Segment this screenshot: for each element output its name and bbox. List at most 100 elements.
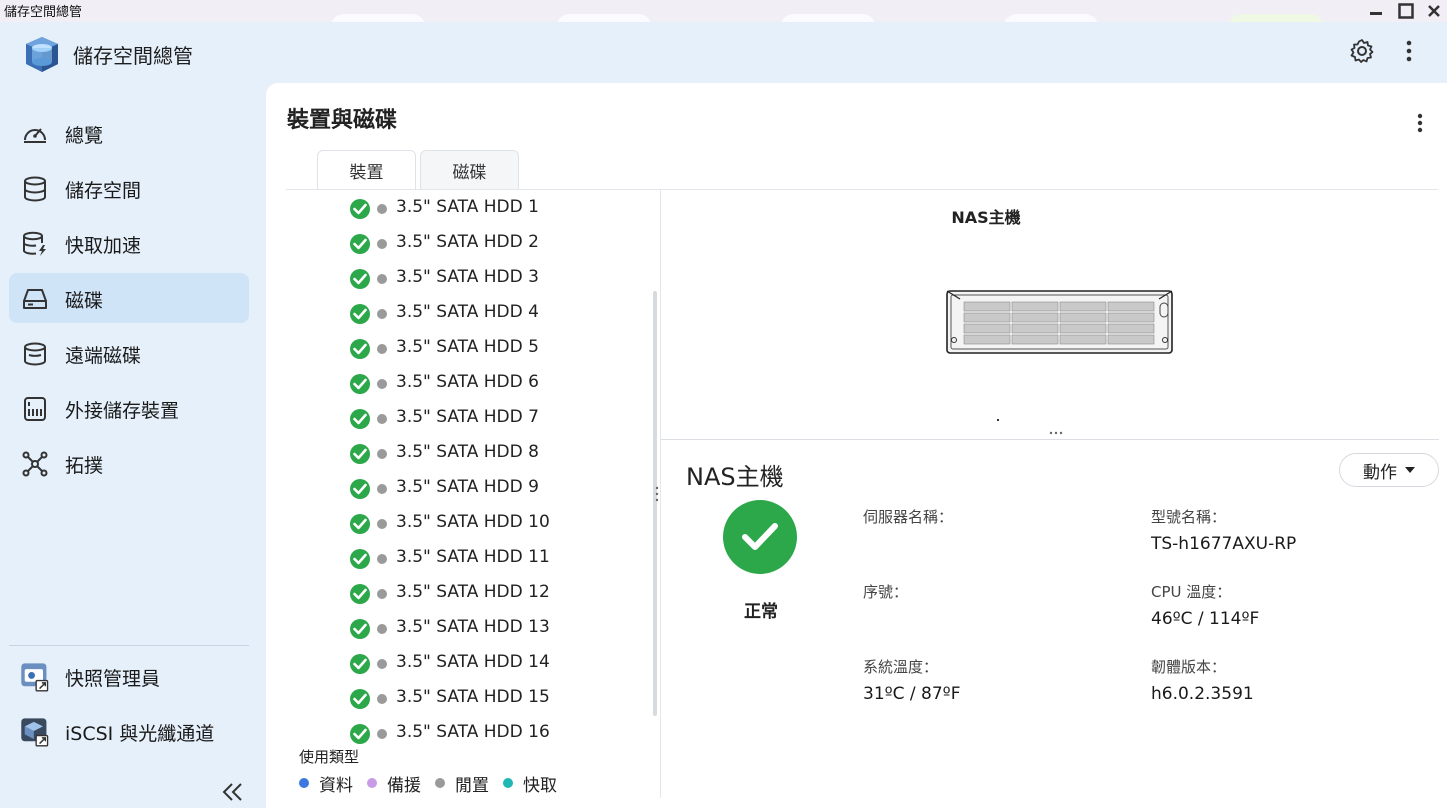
disk-label: 3.5" SATA HDD 11: [396, 547, 550, 567]
more-vertical-icon[interactable]: [1406, 109, 1434, 137]
check-icon: [353, 658, 367, 670]
sidebar-divider: [9, 645, 249, 646]
status-ok-icon: [350, 444, 370, 464]
disk-label: 3.5" SATA HDD 1: [396, 197, 539, 217]
check-icon: [353, 588, 367, 600]
nas-enclosure-image[interactable]: [946, 288, 1174, 356]
check-icon: [353, 623, 367, 635]
sidebar-app-label: 快照管理員: [65, 668, 161, 690]
window-titlebar: 儲存空間總管: [0, 0, 1447, 28]
disk-label: 3.5" SATA HDD 3: [396, 267, 539, 287]
disk-list: 3.5" SATA HDD 1 3.5" SATA HDD 2 3.5" SATA …: [286, 191, 660, 761]
check-icon: [742, 523, 778, 550]
disk-list-item[interactable]: 3.5" SATA HDD 3: [286, 261, 660, 296]
splitter-handle-icon[interactable]: [655, 485, 659, 503]
disk-list-item[interactable]: 3.5" SATA HDD 11: [286, 541, 660, 576]
usage-type-dot: [377, 309, 387, 319]
splitter-handle-icon[interactable]: [1048, 430, 1064, 436]
status-ok-icon: [350, 374, 370, 394]
serial-label: 序號：: [863, 583, 909, 601]
disk-list-item[interactable]: 3.5" SATA HDD 7: [286, 401, 660, 436]
tab-disks[interactable]: 磁碟: [420, 150, 519, 190]
legend-item-spare: 備援: [367, 771, 421, 796]
speedometer-icon: [24, 128, 46, 143]
sidebar-app-snapshot-manager[interactable]: 快照管理員: [9, 651, 249, 701]
disk-icon: [23, 289, 47, 309]
usage-type-dot: [377, 239, 387, 249]
minimize-button[interactable]: [1361, 0, 1391, 22]
legend-dot: [435, 778, 445, 788]
action-dropdown-button[interactable]: 動作: [1339, 453, 1439, 487]
database-icon: [24, 176, 46, 202]
app-more-button[interactable]: [1393, 35, 1425, 67]
status-ok-icon: [350, 234, 370, 254]
check-icon: [353, 413, 367, 425]
collapse-sidebar-icon[interactable]: [218, 778, 248, 806]
sidebar-item-storage[interactable]: 儲存空間: [9, 163, 249, 213]
disk-list-item[interactable]: 3.5" SATA HDD 15: [286, 681, 660, 716]
cpu-temp-value: 46ºC / 114ºF: [1151, 609, 1260, 629]
list-scrollbar[interactable]: [653, 291, 657, 716]
disk-label: 3.5" SATA HDD 12: [396, 582, 550, 602]
page-title: 裝置與磁碟: [287, 108, 398, 133]
disk-list-item[interactable]: 3.5" SATA HDD 6: [286, 366, 660, 401]
disk-list-item[interactable]: 3.5" SATA HDD 2: [286, 226, 660, 261]
usage-type-dot: [377, 519, 387, 529]
settings-button[interactable]: [1346, 35, 1378, 67]
close-button[interactable]: [1419, 0, 1447, 22]
check-icon: [353, 728, 367, 740]
sidebar-item-label: 磁碟: [65, 290, 104, 312]
check-icon: [353, 483, 367, 495]
check-icon: [353, 518, 367, 530]
sidebar-item-disks[interactable]: 磁碟: [9, 273, 249, 323]
cpu-temp-label: CPU 溫度：: [1151, 583, 1232, 601]
sidebar-app-iscsi[interactable]: iSCSI 與光纖通道: [9, 706, 249, 756]
topology-icon: [22, 451, 48, 477]
usage-type-dot: [377, 414, 387, 424]
check-icon: [353, 693, 367, 705]
disk-label: 3.5" SATA HDD 4: [396, 302, 539, 322]
disk-list-item[interactable]: 3.5" SATA HDD 9: [286, 471, 660, 506]
server-name-label: 伺服器名稱：: [863, 508, 954, 526]
disk-label: 3.5" SATA HDD 6: [396, 372, 539, 392]
disk-list-item[interactable]: 3.5" SATA HDD 1: [286, 191, 660, 226]
disk-label: 3.5" SATA HDD 2: [396, 232, 539, 252]
tab-devices[interactable]: 裝置: [317, 150, 416, 190]
usage-type-dot: [377, 204, 387, 214]
disk-label: 3.5" SATA HDD 14: [396, 652, 550, 672]
sidebar-item-external-storage[interactable]: 外接儲存裝置: [9, 383, 249, 433]
usage-type-dot: [377, 554, 387, 564]
disk-list-item[interactable]: 3.5" SATA HDD 4: [286, 296, 660, 331]
disk-list-item[interactable]: 3.5" SATA HDD 5: [286, 331, 660, 366]
status-ok-icon: [350, 689, 370, 709]
disk-list-item[interactable]: 3.5" SATA HDD 12: [286, 576, 660, 611]
sidebar-item-cache[interactable]: 快取加速: [9, 218, 249, 268]
disk-list-item[interactable]: 3.5" SATA HDD 14: [286, 646, 660, 681]
gear-icon: [1350, 39, 1374, 63]
check-icon: [353, 343, 367, 355]
disk-list-item[interactable]: 3.5" SATA HDD 13: [286, 611, 660, 646]
disk-label: 3.5" SATA HDD 7: [396, 407, 539, 427]
model-label: 型號名稱：: [1151, 508, 1227, 526]
usage-type-dot: [377, 624, 387, 634]
status-ok-icon: [350, 654, 370, 674]
close-icon: [1428, 5, 1440, 17]
check-icon: [353, 308, 367, 320]
status-ok-icon: [350, 199, 370, 219]
usage-type-dot: [377, 729, 387, 739]
status-ok-icon: [350, 479, 370, 499]
legend-item-cache: 快取: [503, 771, 557, 796]
sidebar-item-topology[interactable]: 拓撲: [9, 438, 249, 488]
usage-type-dot: [377, 659, 387, 669]
usage-type-dot: [377, 379, 387, 389]
sidebar-item-remote-disks[interactable]: 遠端磁碟: [9, 328, 249, 378]
status-ok-icon: [350, 514, 370, 534]
remote-disk-icon: [24, 342, 46, 366]
disk-list-item[interactable]: 3.5" SATA HDD 8: [286, 436, 660, 471]
sidebar-item-overview[interactable]: 總覽: [9, 108, 249, 158]
device-view-title: NAS主機: [951, 208, 1021, 227]
disk-list-item[interactable]: 3.5" SATA HDD 10: [286, 506, 660, 541]
panel-splitter: [660, 190, 661, 798]
maximize-button[interactable]: [1391, 0, 1421, 22]
disk-label: 3.5" SATA HDD 5: [396, 337, 539, 357]
